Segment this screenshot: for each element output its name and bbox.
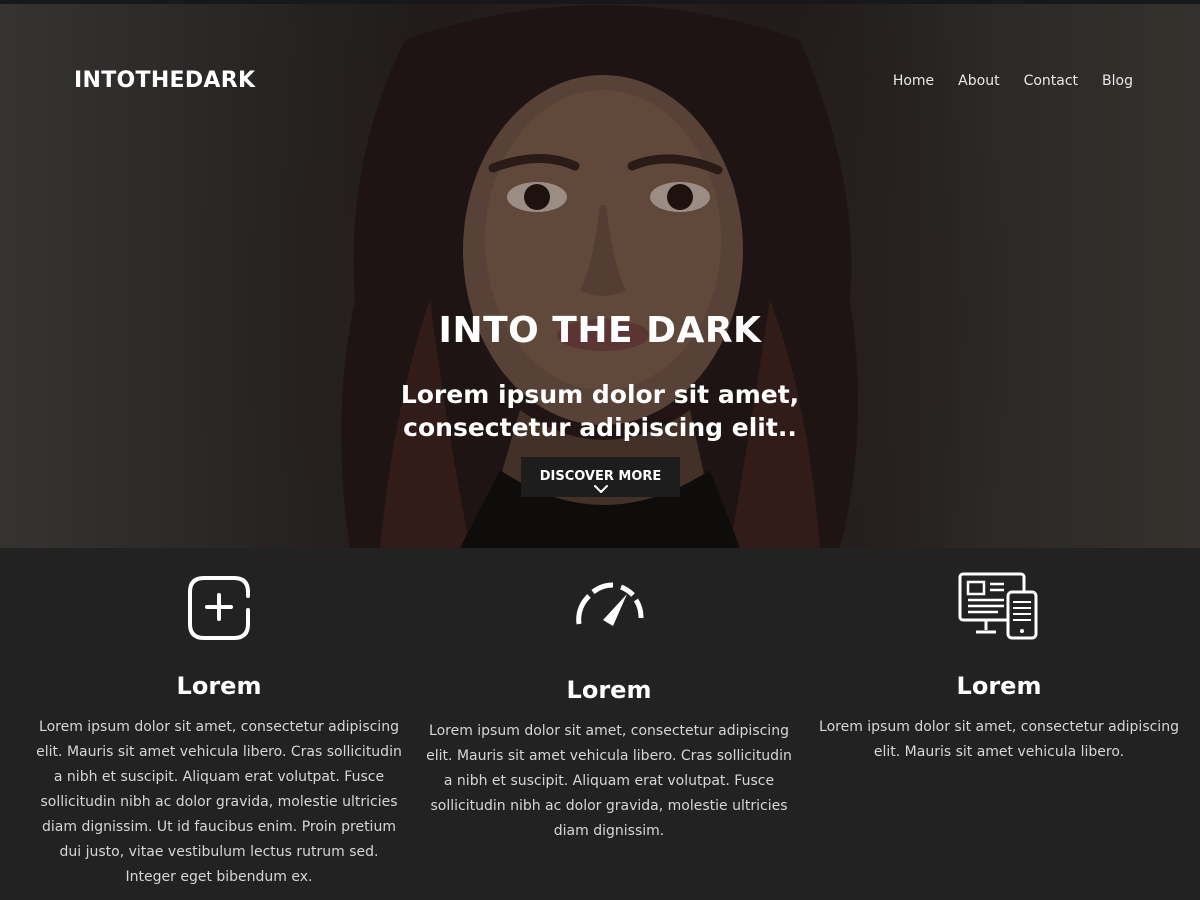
site-logo[interactable]: INTOTHEDARK (74, 68, 255, 93)
hero-title: INTO THE DARK (438, 310, 762, 351)
feature-text: Lorem ipsum dolor sit amet, consectetur … (36, 719, 402, 885)
nav-home[interactable]: Home (893, 73, 934, 89)
hero-subtitle: Lorem ipsum dolor sit amet, consectetur … (400, 380, 800, 442)
feature-heading: Lorem (176, 672, 262, 700)
chevron-down-icon (593, 485, 608, 493)
nav-contact[interactable]: Contact (1024, 73, 1078, 89)
top-edge-bar (0, 0, 1200, 4)
discover-more-label: DISCOVER MORE (539, 469, 662, 484)
feature-heading: Lorem (566, 676, 652, 704)
feature-text: Lorem ipsum dolor sit amet, consectetur … (819, 719, 1179, 760)
nav-blog[interactable]: Blog (1102, 73, 1133, 89)
speedometer-icon (414, 578, 804, 628)
features-section: Lorem Lorem ipsum dolor sit amet, consec… (0, 548, 1200, 900)
feature-text: Lorem ipsum dolor sit amet, consectetur … (426, 723, 792, 839)
discover-more-button[interactable]: DISCOVER MORE (521, 457, 680, 497)
nav-about[interactable]: About (958, 73, 999, 89)
main-nav: Home About Contact Blog (893, 73, 1133, 89)
add-square-icon (24, 570, 414, 644)
hero-section: INTOTHEDARK Home About Contact Blog INTO… (0, 0, 1200, 548)
responsive-devices-icon (804, 572, 1194, 642)
feature-heading: Lorem (956, 672, 1042, 700)
